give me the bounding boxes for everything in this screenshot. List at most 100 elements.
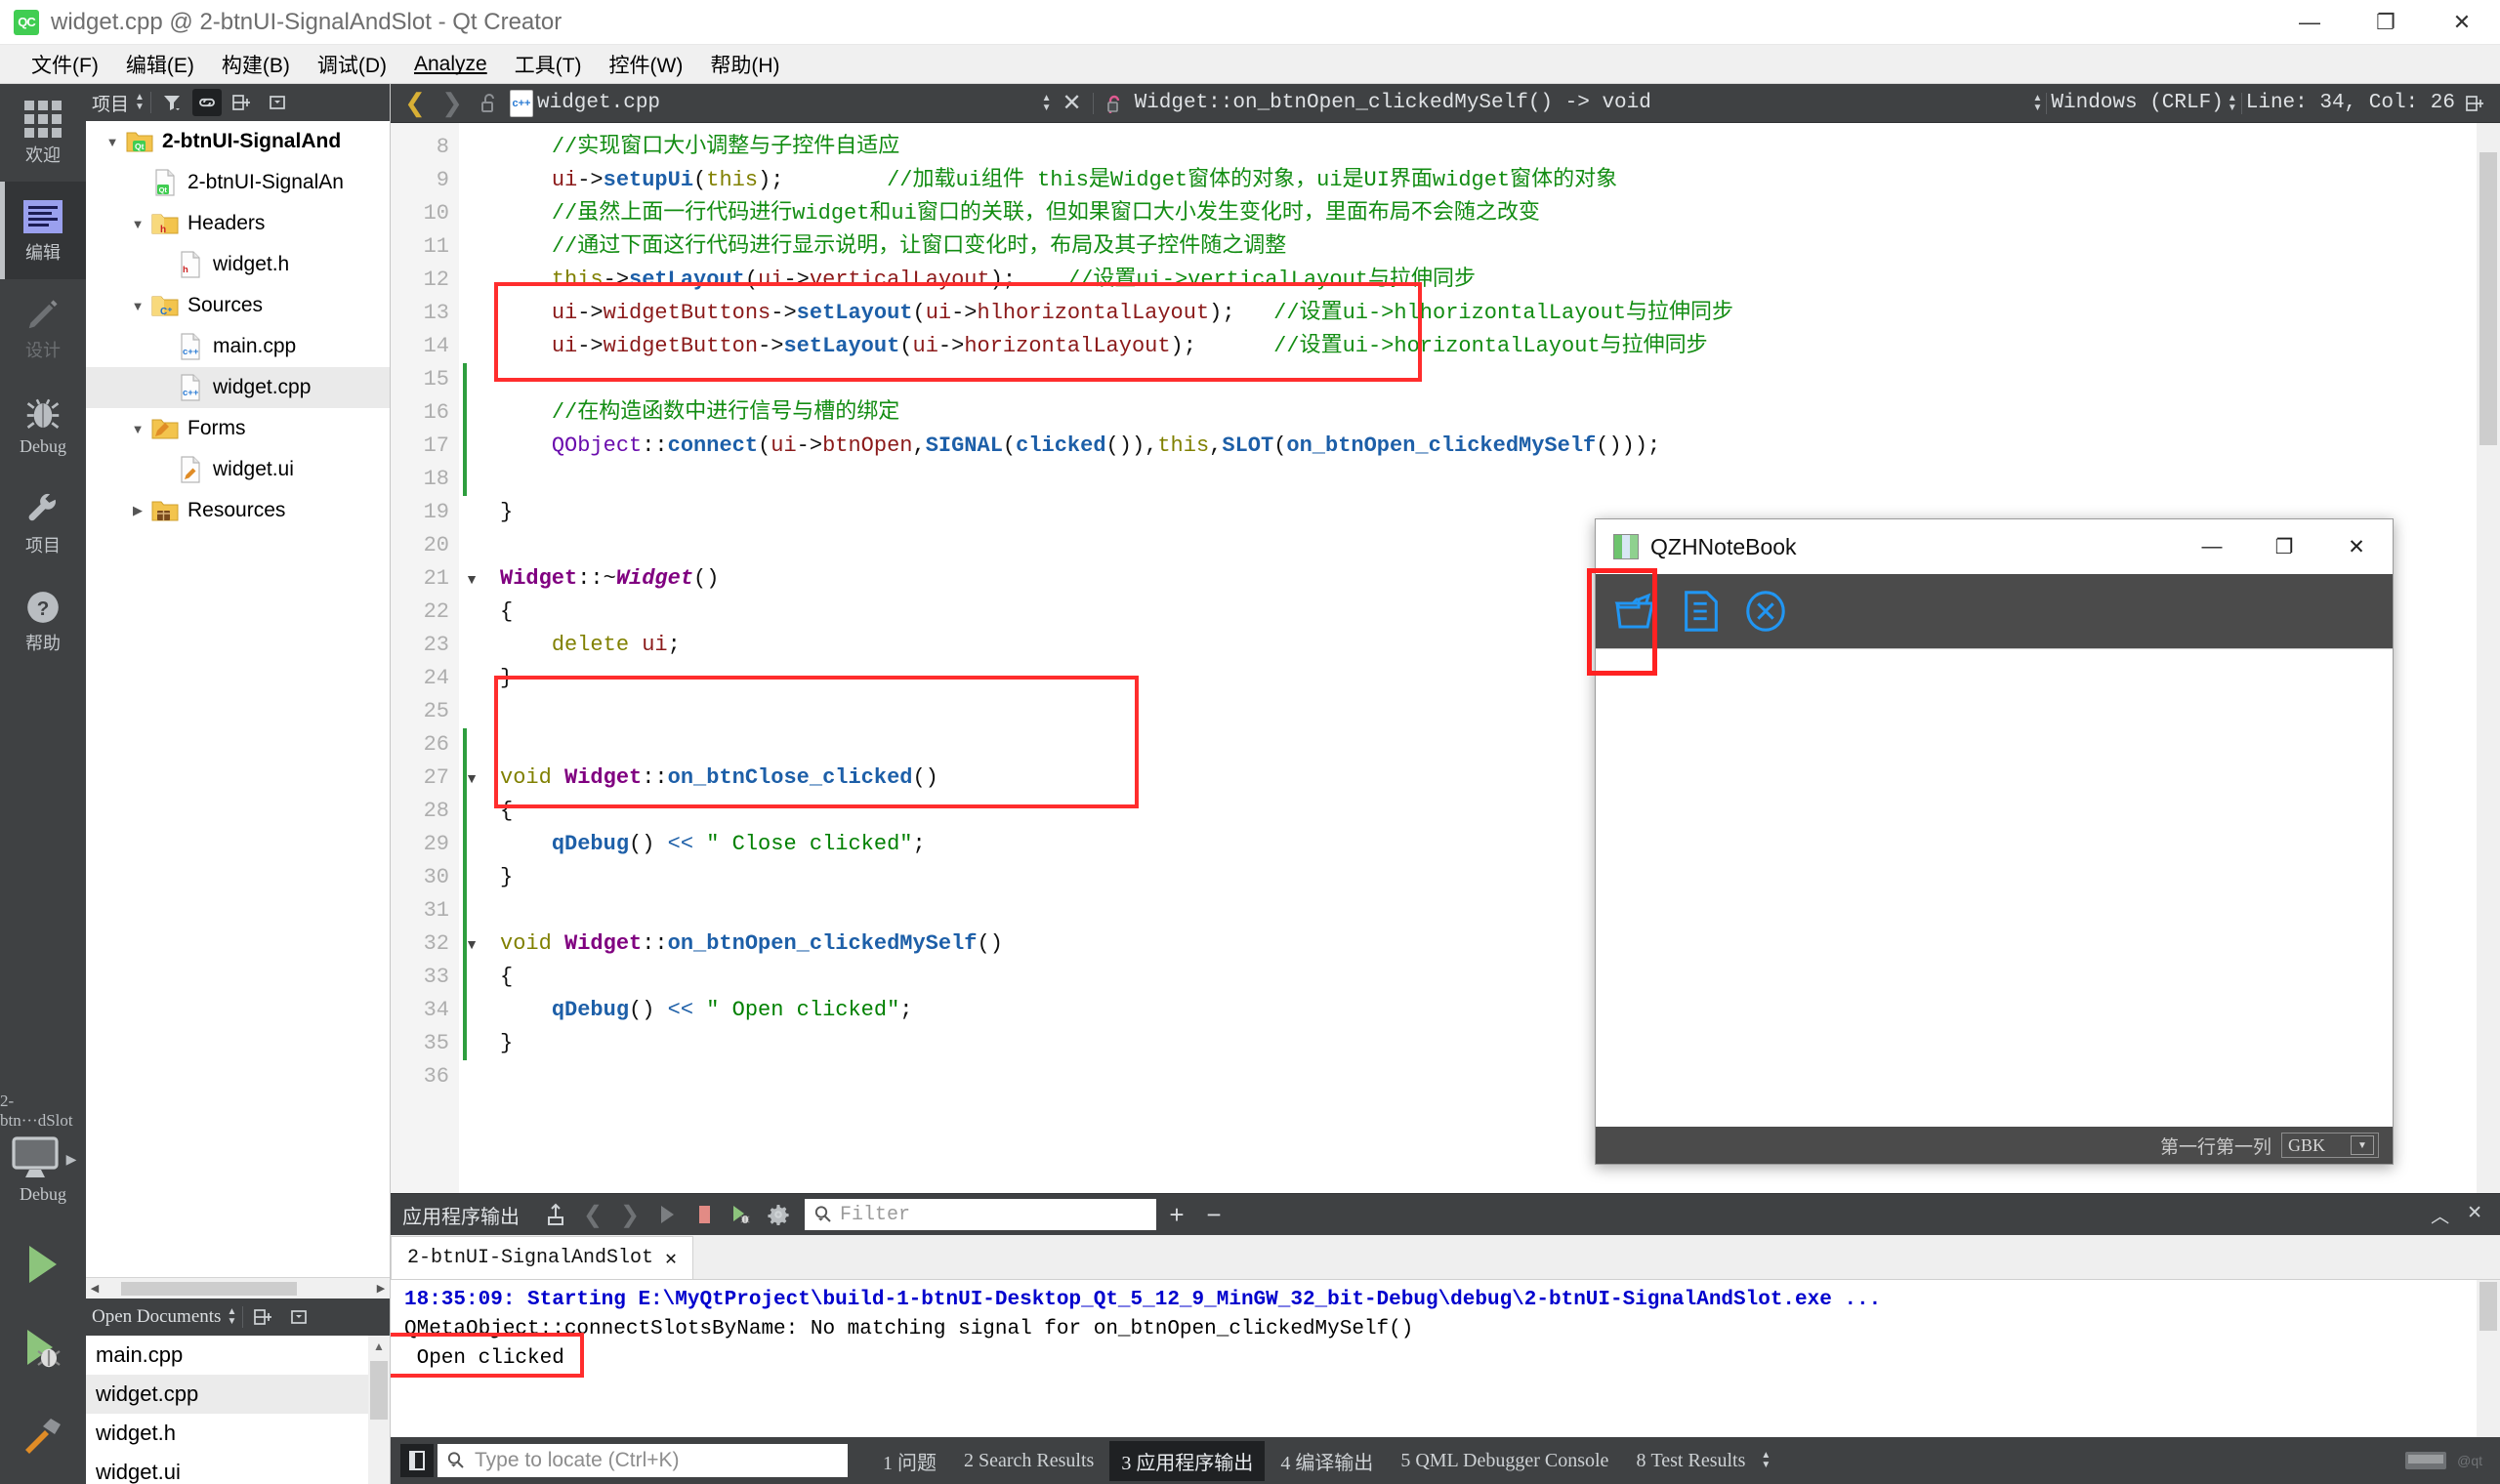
fold-toggle-icon[interactable]: ▼ <box>459 562 484 596</box>
notebook-encoding-select[interactable]: GBK ▼ <box>2280 1133 2379 1158</box>
editor-vscrollbar[interactable] <box>2477 123 2500 1193</box>
chevron-right-icon[interactable]: ❯ <box>436 88 469 118</box>
stop-icon[interactable] <box>688 1200 721 1229</box>
activity-edit[interactable]: 编辑 <box>0 182 86 279</box>
close-circle-icon[interactable] <box>1738 584 1793 639</box>
start-debugging-button[interactable] <box>0 1306 86 1390</box>
activity-welcome[interactable]: 欢迎 <box>0 84 86 182</box>
output-text[interactable]: 18:35:09: Starting E:\MyQtProject\build-… <box>391 1280 2500 1437</box>
tree-item-2-btnui-signaland[interactable]: ▼ Qt 2-btnUI-SignalAnd <box>86 121 390 162</box>
output-filter-field[interactable]: Filter <box>805 1199 1156 1230</box>
status-tabs-overflow-arrows[interactable]: ▲ ▼ <box>1761 1451 1771 1470</box>
menu-file[interactable]: 文件(F) <box>18 46 112 83</box>
menu-tools[interactable]: 工具(T) <box>501 46 596 83</box>
chevron-right-icon[interactable]: ▶ <box>125 503 150 518</box>
tree-item-headers[interactable]: ▼ h Headers <box>86 203 390 244</box>
prev-icon[interactable]: ❮ <box>576 1200 609 1229</box>
tree-item-forms[interactable]: ▼ Forms <box>86 408 390 449</box>
open-document-widget-h[interactable]: widget.h <box>86 1414 390 1453</box>
rerun-debug-icon[interactable] <box>725 1200 758 1229</box>
close-file-button[interactable]: ✕ <box>1056 89 1089 118</box>
settings-icon[interactable] <box>762 1200 795 1229</box>
menu-edit[interactable]: 编辑(E) <box>112 46 208 83</box>
line-ending-selector[interactable]: Windows (CRLF) <box>2051 92 2223 114</box>
activity-projects[interactable]: 项目 <box>0 474 86 572</box>
open-documents-combo-arrows[interactable]: ▲ ▼ <box>227 1307 236 1327</box>
output-tab-close-icon[interactable]: ✕ <box>665 1246 677 1271</box>
line-ending-combo-arrows[interactable]: ▲ ▼ <box>2228 93 2237 112</box>
run-icon[interactable] <box>650 1200 684 1229</box>
project-tree-hscrollbar[interactable]: ◀ ▶ <box>86 1277 390 1298</box>
symbol-combo-arrows[interactable]: ▲ ▼ <box>2032 93 2042 112</box>
menu-build[interactable]: 构建(B) <box>208 46 304 83</box>
tree-item-widget-cpp[interactable]: c++ widget.cpp <box>86 367 390 408</box>
file-combo-arrows[interactable]: ▲ ▼ <box>1042 93 1052 112</box>
tree-item-sources[interactable]: ▼ C⁺ Sources <box>86 285 390 326</box>
run-button[interactable] <box>0 1222 86 1306</box>
qzh-notebook-window[interactable]: QZHNoteBook — ❐ ✕ 第一行第一列 GBK ▼ <box>1595 518 2394 1165</box>
scroll-right-icon[interactable]: ▶ <box>372 1279 390 1298</box>
activity-help[interactable]: ? 帮助 <box>0 572 86 670</box>
unlock-icon[interactable] <box>473 89 506 118</box>
split-icon[interactable] <box>249 1303 278 1331</box>
chevron-down-icon[interactable]: ▼ <box>100 135 125 149</box>
vscroll-thumb[interactable] <box>2479 1282 2497 1331</box>
chevron-left-icon[interactable]: ❮ <box>398 88 432 118</box>
open-documents-scrollbar[interactable]: ▲ <box>368 1336 390 1484</box>
window-minimize-button[interactable]: — <box>2271 0 2348 45</box>
status-tab-search-results[interactable]: 2 Search Results <box>952 1444 1105 1478</box>
open-documents-list[interactable]: main.cpp widget.cpp widget.h widget.ui ▲ <box>86 1336 390 1484</box>
attach-icon[interactable] <box>539 1200 572 1229</box>
notebook-minimize-button[interactable]: — <box>2176 519 2248 574</box>
collapse-icon[interactable] <box>263 89 292 116</box>
status-tab-issues[interactable]: 1 问题 <box>871 1441 948 1481</box>
split-editor-icon[interactable] <box>2459 89 2492 118</box>
menu-widgets[interactable]: 控件(W) <box>596 46 697 83</box>
chevron-down-icon[interactable]: ▼ <box>2351 1135 2374 1155</box>
fold-column[interactable]: ▼ ▼ ▼ <box>459 123 484 1193</box>
status-tab-application-output[interactable]: 3 应用程序输出 <box>1109 1440 1266 1481</box>
filter-icon[interactable] <box>157 89 187 116</box>
projects-dock-combo-arrows[interactable]: ▲ ▼ <box>135 93 145 112</box>
increase-font-button[interactable]: + <box>1160 1200 1193 1230</box>
kit-selector[interactable]: 2-btn···dSlot ▶ Debug <box>0 1092 86 1205</box>
editor-file-name[interactable]: widget.cpp <box>537 92 660 114</box>
vscroll-thumb[interactable] <box>2479 152 2497 445</box>
tree-item-resources[interactable]: ▶ Resources <box>86 490 390 531</box>
tree-item-2-btnui-signalan[interactable]: Qt 2-btnUI-SignalAn <box>86 162 390 203</box>
editor-symbol-selector[interactable]: Widget::on_btnOpen_clickedMySelf() -> vo… <box>1135 92 1651 114</box>
tree-item-main-cpp[interactable]: c++ main.cpp <box>86 326 390 367</box>
scroll-up-icon[interactable]: ▲ <box>368 1336 390 1353</box>
open-document-widget-ui[interactable]: widget.ui <box>86 1453 390 1484</box>
status-tab-test-results[interactable]: 8 Test Results <box>1624 1444 1757 1478</box>
status-tab-qml-debugger-console[interactable]: 5 QML Debugger Console <box>1389 1444 1620 1478</box>
save-file-icon[interactable] <box>1674 584 1729 639</box>
open-document-main-cpp[interactable]: main.cpp <box>86 1336 390 1375</box>
tree-item-widget-ui[interactable]: widget.ui <box>86 449 390 490</box>
open-folder-icon[interactable] <box>1609 584 1664 639</box>
chevron-down-icon[interactable]: ▼ <box>125 217 150 231</box>
chevron-down-icon[interactable]: ▼ <box>125 422 150 436</box>
window-close-button[interactable]: ✕ <box>2424 0 2500 45</box>
collapse-icon[interactable] <box>284 1303 313 1331</box>
menu-debug[interactable]: 调试(D) <box>304 46 400 83</box>
window-maximize-button[interactable]: ❐ <box>2348 0 2424 45</box>
tree-item-widget-h[interactable]: h widget.h <box>86 244 390 285</box>
open-documents-title[interactable]: Open Documents <box>92 1306 221 1328</box>
project-tree[interactable]: ▼ Qt 2-btnUI-SignalAnd Qt 2-btnUI-SignalAn ▼ … <box>86 121 390 1277</box>
menu-help[interactable]: 帮助(H) <box>696 46 793 83</box>
chevron-down-icon[interactable]: ▼ <box>125 299 150 313</box>
locator-input[interactable]: Type to locate (Ctrl+K) <box>438 1444 848 1477</box>
notebook-close-button[interactable]: ✕ <box>2320 519 2393 574</box>
hscroll-thumb[interactable] <box>121 1281 297 1296</box>
vscroll-thumb[interactable] <box>370 1361 388 1420</box>
scroll-left-icon[interactable]: ◀ <box>86 1279 104 1298</box>
notebook-text-area[interactable] <box>1596 648 2393 1127</box>
build-button[interactable] <box>0 1390 86 1474</box>
link-icon[interactable] <box>191 89 222 116</box>
output-tab-run[interactable]: 2-btnUI-SignalAndSlot ✕ <box>391 1236 694 1279</box>
menu-analyze[interactable]: Analyze <box>400 49 501 80</box>
decrease-font-button[interactable]: − <box>1197 1200 1230 1230</box>
split-icon[interactable] <box>228 89 257 116</box>
open-document-widget-cpp[interactable]: widget.cpp <box>86 1375 390 1414</box>
